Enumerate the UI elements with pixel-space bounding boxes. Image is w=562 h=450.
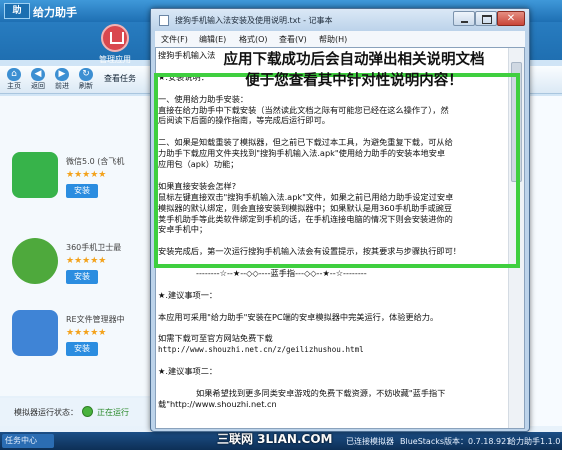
notepad-titlebar[interactable]: 搜狗手机输入法安装及使用说明.txt - 记事本 ✕ [151, 9, 529, 31]
app-logo: 助 [4, 3, 30, 19]
close-button[interactable]: ✕ [497, 11, 525, 26]
watermark: 三联网 3LIAN.COM [217, 432, 333, 446]
emulator-status: 模拟器运行状态： 正在运行 [0, 398, 160, 426]
notepad-icon [159, 15, 169, 26]
status-value: 正在运行 [97, 408, 129, 417]
refresh-label: 刷新 [79, 82, 93, 90]
home-button[interactable]: ⌂ 主页 [2, 68, 26, 91]
refresh-icon: ↻ [79, 68, 93, 81]
text-line: 本应用可采用"给力助手"安装在PC端的安卓模拟器中完美运行，体验更给力。 [158, 311, 439, 322]
highlight-box [154, 73, 520, 268]
forward-icon: ▶ [55, 68, 69, 81]
list-item: 微信5.0 (含飞机 ★★★★★ 安装 [4, 138, 156, 228]
annotation-line-1: 应用下载成功后会自动弹出相关说明文档 [223, 52, 485, 68]
home-icon [101, 24, 129, 52]
minimize-button[interactable] [453, 11, 475, 26]
rating-stars: ★★★★★ [66, 328, 107, 338]
task-center-button[interactable]: 任务中心 [2, 434, 54, 448]
rating-stars: ★★★★★ [66, 170, 107, 180]
app-name: 微信5.0 (含飞机 [66, 157, 125, 166]
menu-format[interactable]: 格式(O) [239, 34, 268, 45]
text-line: http://www.shouzhi.net.cn/z/geilizhushou… [158, 345, 364, 355]
list-item: RE文件管理器中 ★★★★★ 安装 [4, 296, 156, 386]
refresh-button[interactable]: ↻ 刷新 [74, 68, 98, 91]
menu-view[interactable]: 查看(V) [279, 34, 307, 45]
maximize-button[interactable] [475, 11, 497, 26]
install-button[interactable]: 安装 [66, 270, 98, 284]
home-icon: ⌂ [7, 68, 21, 81]
app-list: 微信5.0 (含飞机 ★★★★★ 安装 360手机卫士最 ★★★★★ 安装 RE… [0, 96, 160, 396]
menu-file[interactable]: 文件(F) [161, 34, 188, 45]
re-file-manager-icon[interactable] [12, 310, 58, 356]
bluestacks-version: BlueStacks版本：0.7.18.921 [400, 437, 512, 446]
text-line: --------☆--★--◇◇----蓝手指---◇◇--★--☆------… [196, 268, 367, 278]
app-name: 360手机卫士最 [66, 243, 122, 252]
360-security-icon[interactable] [12, 238, 58, 284]
menu-help[interactable]: 帮助(H) [319, 34, 347, 45]
install-button[interactable]: 安装 [66, 342, 98, 356]
text-line: 载"http://www.shouzhi.net.cn [158, 398, 277, 409]
manage-apps-nav[interactable]: 管理应用 [88, 22, 142, 66]
status-indicator-icon [82, 406, 93, 417]
wechat-icon[interactable] [12, 152, 58, 198]
app-name: RE文件管理器中 [66, 315, 125, 324]
text-line: ★.建议事项二： [158, 366, 218, 377]
text-line: 如需下载可至官方网站免费下载 [158, 333, 273, 344]
forward-button[interactable]: ▶ 前进 [50, 68, 74, 91]
status-label: 模拟器运行状态： [14, 408, 78, 417]
app-version: 给力助手1.1.0 [508, 437, 561, 446]
right-panel [528, 96, 562, 426]
app-title: 给力助手 [33, 6, 77, 19]
back-label: 返回 [31, 82, 45, 90]
menu-edit[interactable]: 编辑(E) [199, 34, 226, 45]
emulator-connected-status: 已连接模拟器 [346, 437, 394, 446]
forward-label: 前进 [55, 82, 69, 90]
annotation-line-2: 便于您查看其中针对性说明内容！ [245, 73, 463, 89]
install-button[interactable]: 安装 [66, 184, 98, 198]
notepad-title: 搜狗手机输入法安装及使用说明.txt - 记事本 [175, 16, 333, 25]
annotation-caption: 应用下载成功后会自动弹出相关说明文档 便于您查看其中针对性说明内容！ [184, 50, 524, 92]
text-line: ★.建议事项一： [158, 289, 218, 300]
view-tasks-button[interactable]: 查看任务 [104, 73, 136, 84]
notepad-menubar: 文件(F) 编辑(E) 格式(O) 查看(V) 帮助(H) [155, 31, 525, 47]
back-button[interactable]: ◀ 返回 [26, 68, 50, 91]
home-label: 主页 [7, 82, 21, 90]
rating-stars: ★★★★★ [66, 256, 107, 266]
manage-apps-label: 管理应用 [99, 55, 131, 64]
back-icon: ◀ [31, 68, 45, 81]
text-line: 如果希望找到更多同类安卓游戏的免费下载资源，不妨收藏"蓝手指下 [196, 387, 446, 398]
